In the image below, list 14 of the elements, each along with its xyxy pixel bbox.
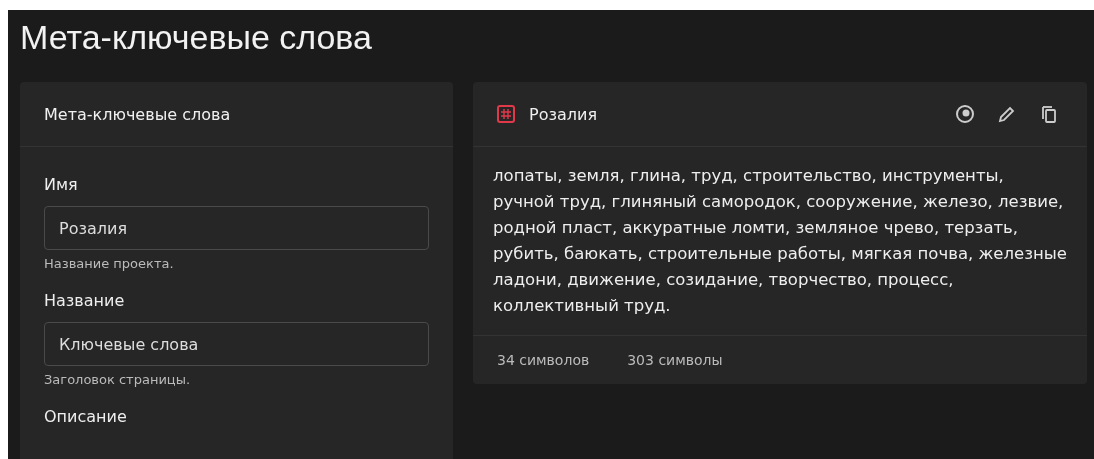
field-hint: Заголовок страницы. [44, 372, 192, 387]
character-count: 34 символов [497, 352, 590, 368]
input-field[interactable]: Розалия [44, 206, 429, 250]
page-title: Мета-ключевые слова [20, 17, 373, 58]
field-label: Описание [44, 407, 128, 426]
keywords-text: лопаты, земля, глина, труд, строительство, инструменты, ручной труд, глиняный самородок, сооружение, железо, лезвие, родной пласт, аккуратные ломти, земляное чрево, терзать, рубить, баюкать, строительные работы, мягкая почва, железные ладони, движение, созидание, творчество, процесс, коллективный труд. [473, 147, 1087, 336]
card-title: Мета-ключевые слова [44, 104, 232, 124]
card-title: Розалия [529, 104, 598, 124]
field-label: Имя [44, 175, 79, 194]
hashtag-icon [497, 105, 515, 123]
field-hint: Название проекта. [44, 256, 175, 271]
character-count: 303 символы [627, 352, 723, 368]
input-field[interactable]: Ключевые слова [44, 322, 429, 366]
field-label: Название [44, 291, 126, 310]
